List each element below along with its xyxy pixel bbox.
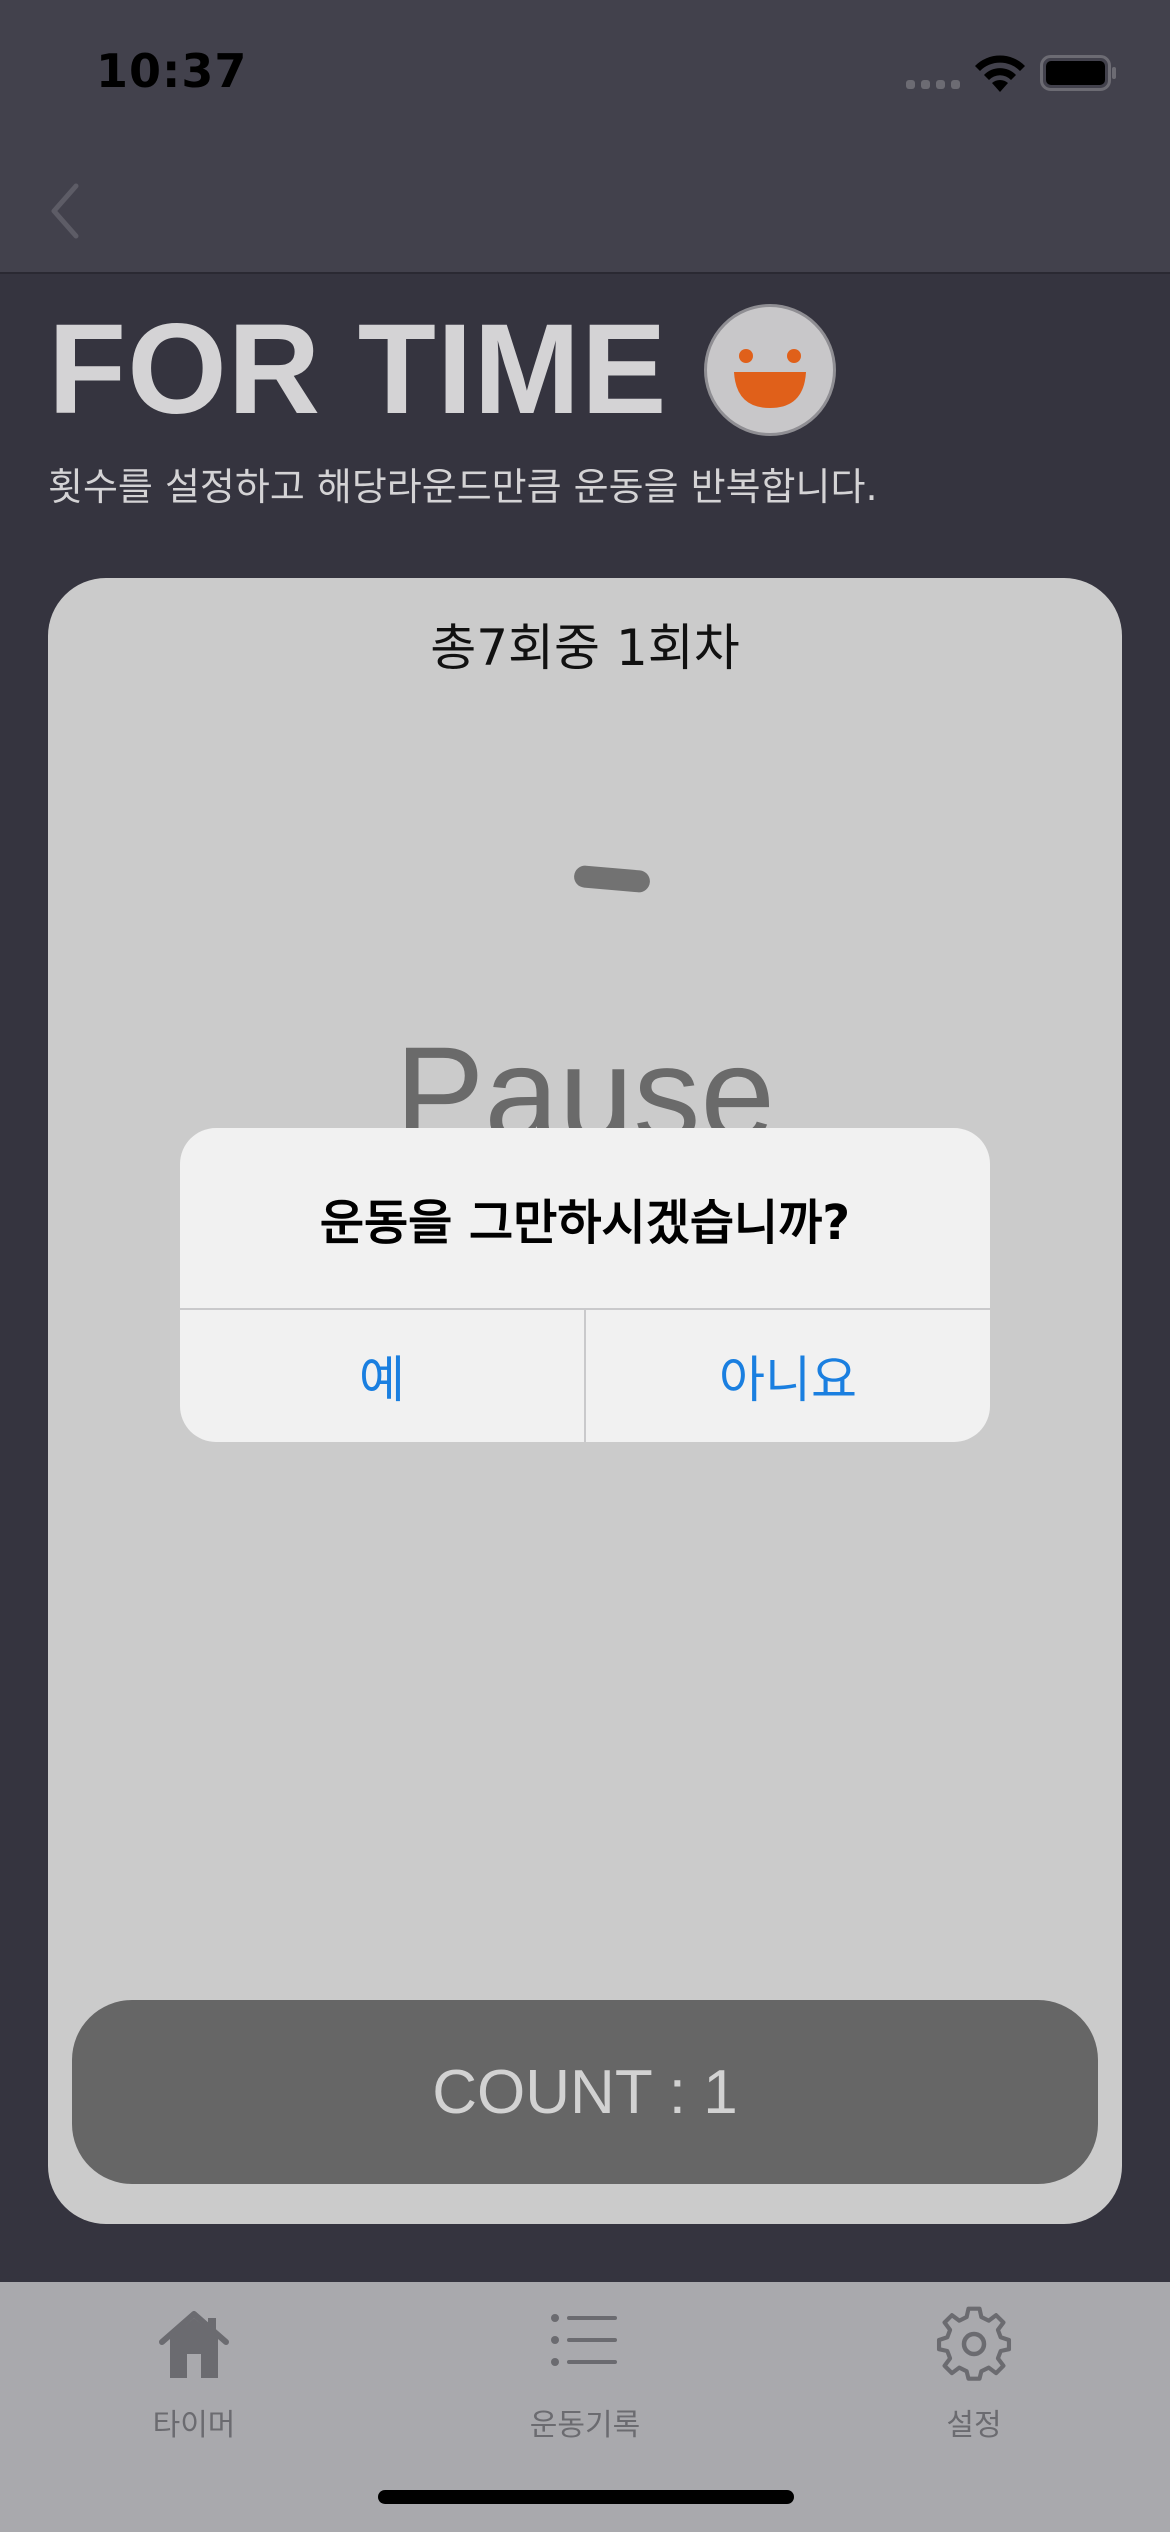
- gear-icon: [936, 2306, 1012, 2381]
- tab-settings[interactable]: 설정: [854, 2306, 1094, 2446]
- alert-message: 운동을 그만하시겠습니까?: [319, 1195, 851, 1251]
- wifi-icon: [975, 55, 1025, 92]
- tab-timer-label: 타이머: [152, 2408, 236, 2443]
- navigation-bar: [0, 140, 1170, 274]
- status-bar: 10:37: [0, 0, 1170, 140]
- home-indicator: [378, 2490, 794, 2504]
- tab-workout-log-label: 운동기록: [529, 2408, 641, 2443]
- list-icon: [551, 2314, 617, 2366]
- timer-dash-mark: [573, 864, 651, 894]
- home-icon: [159, 2311, 229, 2378]
- page-subtitle: 횟수를 설정하고 해당라운드만큼 운동을 반복합니다.: [48, 465, 878, 509]
- cellular-signal-icon: [906, 80, 962, 90]
- alert-yes-button[interactable]: 예: [180, 1310, 584, 1442]
- alert-no-button[interactable]: 아니요: [586, 1310, 990, 1442]
- chevron-left-icon[interactable]: [40, 176, 92, 246]
- quit-workout-alert: 운동을 그만하시겠습니까? 예 아니요: [180, 1128, 990, 1442]
- page-title: FOR TIME: [48, 298, 668, 441]
- battery-icon: [1040, 55, 1116, 91]
- smiley-face-icon: [703, 304, 836, 436]
- tab-settings-label: 설정: [946, 2408, 1002, 2443]
- tab-timer[interactable]: 타이머: [74, 2306, 314, 2446]
- count-button[interactable]: COUNT : 1: [72, 2000, 1098, 2184]
- tab-workout-log[interactable]: 운동기록: [465, 2306, 705, 2446]
- title-row: FOR TIME: [48, 300, 836, 440]
- screen: 10:37 FOR TIME 횟수를 설정하고 해당라운드만큼 운동을 반복합니…: [0, 0, 1170, 2532]
- round-progress-text: 총7회중 1회차: [430, 619, 740, 677]
- status-time: 10:37: [96, 44, 248, 98]
